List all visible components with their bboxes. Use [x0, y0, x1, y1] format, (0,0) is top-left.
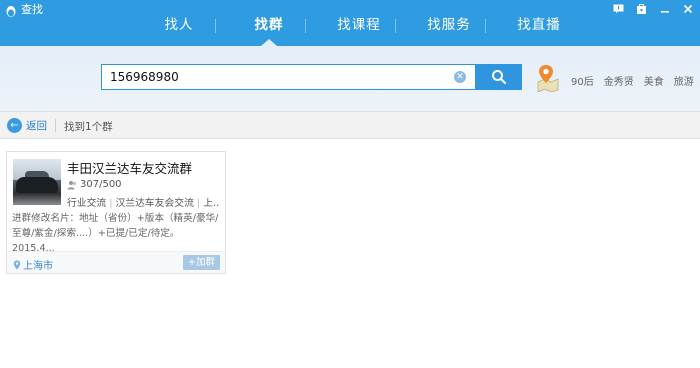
result-count: 找到1个群: [64, 121, 113, 133]
tab-divider: [485, 19, 486, 33]
results-toolbar: ← 返回 找到1个群: [0, 112, 700, 139]
member-count: 307/500: [67, 179, 122, 190]
qq-penguin-icon: [6, 6, 16, 17]
location-text: 上海市: [23, 261, 53, 272]
tab-divider: [305, 19, 306, 33]
tab-find-people[interactable]: 找人: [134, 0, 224, 46]
back-arrow-icon: ←: [7, 118, 22, 133]
join-group-button[interactable]: +加群: [183, 255, 220, 270]
tab-find-live[interactable]: 找直播: [494, 0, 584, 46]
feedback-icon[interactable]: [612, 3, 625, 15]
tab-find-groups[interactable]: 找群: [224, 0, 314, 46]
tab-divider: [395, 19, 396, 33]
tab-find-courses[interactable]: 找课程: [314, 0, 404, 46]
member-count-text: 307/500: [80, 179, 122, 190]
skin-icon[interactable]: [635, 3, 648, 15]
search-icon: [492, 70, 507, 85]
group-avatar[interactable]: [13, 159, 61, 205]
clear-icon[interactable]: ✕: [454, 71, 466, 83]
tag: 上...: [203, 198, 219, 209]
tag-separator: |: [109, 198, 113, 209]
minimize-icon[interactable]: [658, 3, 671, 15]
tag: 行业交流: [67, 198, 107, 209]
title-bar: 查找 找人 找群 找课程 找服务 找直播: [0, 0, 700, 46]
hot-link[interactable]: 90后: [571, 73, 594, 88]
group-description: 进群修改名片：地址（省份）+版本（精英/豪华/至尊/紫金/探索....）+已提/…: [12, 213, 219, 254]
divider: [55, 119, 56, 132]
hot-link[interactable]: 美食: [644, 73, 664, 88]
hot-link[interactable]: 旅游: [674, 73, 694, 88]
hot-link[interactable]: 金秀贤: [604, 73, 634, 88]
search-box: ✕: [101, 64, 476, 90]
location-map-icon[interactable]: [536, 62, 560, 92]
search-button[interactable]: [476, 64, 522, 90]
close-icon[interactable]: [681, 3, 694, 15]
group-result-card[interactable]: 丰田汉兰达车友交流群 307/500 行业交流|汉兰达车友会交流|上... 进群…: [6, 151, 226, 274]
window-controls: [612, 3, 694, 15]
card-footer: 上海市 +加群: [7, 251, 225, 273]
window-title: 查找: [21, 3, 43, 16]
location-pin-icon: [13, 260, 21, 269]
hot-search-links: 90后 金秀贤 美食 旅游: [571, 73, 694, 88]
category-tabs: 找人 找群 找课程 找服务 找直播: [134, 0, 584, 46]
tag: 汉兰达车友会交流: [115, 198, 194, 209]
search-area: ✕ 90后 金秀贤 美食 旅游: [0, 46, 700, 112]
group-tags: 行业交流|汉兰达车友会交流|上...: [67, 195, 219, 209]
tab-divider: [215, 19, 216, 33]
members-icon: [67, 180, 76, 189]
avatar-car-body: [16, 177, 58, 193]
search-input[interactable]: [110, 68, 440, 86]
tab-find-services[interactable]: 找服务: [404, 0, 494, 46]
group-name[interactable]: 丰田汉兰达车友交流群: [67, 158, 192, 177]
back-label: 返回: [26, 120, 47, 132]
tag-separator: |: [196, 198, 201, 209]
group-location: 上海市: [13, 257, 53, 272]
back-button[interactable]: ← 返回: [7, 118, 47, 133]
